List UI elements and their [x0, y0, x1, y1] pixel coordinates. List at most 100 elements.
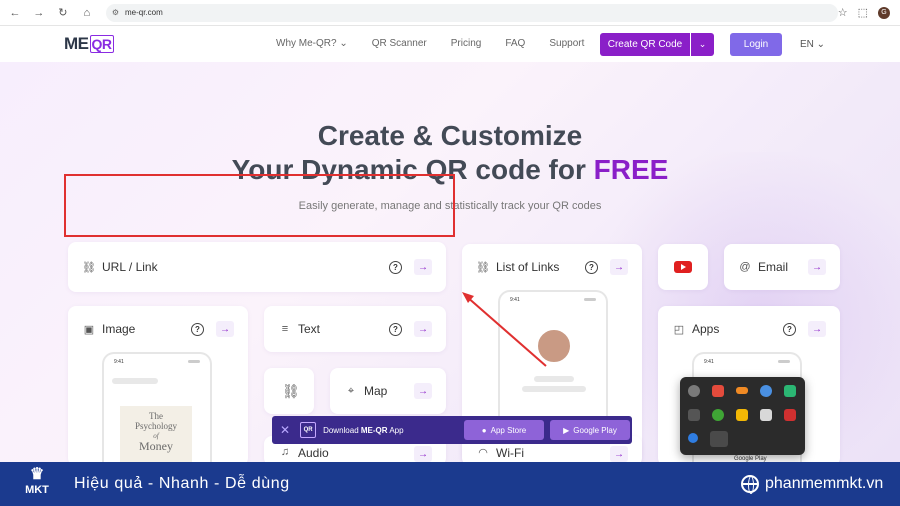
- site-settings-icon[interactable]: ⚙: [112, 8, 119, 17]
- url-text: me-qr.com: [124, 8, 163, 17]
- footer-website[interactable]: phanmemmkt.vn: [765, 475, 883, 493]
- create-dropdown-chevron-icon[interactable]: ⌄: [691, 33, 714, 56]
- app-store-label: App Store: [490, 425, 527, 435]
- help-icon[interactable]: ?: [585, 260, 598, 274]
- logo-text: ME: [64, 34, 89, 53]
- card-youtube[interactable]: [658, 244, 708, 290]
- footer-banner: ♛ MKT Hiệu quả - Nhanh - Dễ dùng phanmem…: [0, 462, 900, 506]
- map-pin-icon: ⌖: [347, 384, 355, 397]
- nav-faq[interactable]: FAQ: [505, 38, 525, 49]
- play-icon: ▶: [563, 425, 570, 435]
- arrow-right-icon[interactable]: →: [610, 259, 628, 275]
- browser-toolbar: ← → ↻ ⌂ ⚙ me-qr.com ☆ ⬚ G: [0, 0, 900, 26]
- monitor-icon[interactable]: [760, 409, 772, 421]
- help-icon[interactable]: ?: [191, 322, 204, 336]
- language-selector[interactable]: EN ⌄: [800, 39, 825, 50]
- onedrive-icon[interactable]: [688, 409, 700, 421]
- app-store-button[interactable]: ● App Store: [464, 420, 544, 440]
- card-email[interactable]: @ Email →: [724, 244, 840, 290]
- text-lines-icon: ≡: [281, 323, 289, 335]
- arrow-right-icon[interactable]: →: [414, 259, 432, 275]
- home-icon[interactable]: ⌂: [78, 4, 96, 22]
- reload-icon[interactable]: ↻: [54, 4, 72, 22]
- cloud-icon[interactable]: [736, 387, 748, 394]
- mail-icon[interactable]: [712, 385, 724, 397]
- acrobat-icon[interactable]: [784, 409, 796, 421]
- feather-icon[interactable]: [710, 431, 728, 447]
- me-qr-app-icon: QR: [300, 422, 317, 438]
- phone-status-icons: [188, 360, 200, 363]
- card-url-link-label: URL / Link: [102, 260, 158, 274]
- download-text-suffix: App: [387, 425, 404, 435]
- vlc-icon[interactable]: [736, 409, 748, 421]
- main-navigation: Why Me-QR? ⌄ QR Scanner Pricing FAQ Supp…: [276, 38, 584, 49]
- phone-status-icons: [584, 298, 596, 301]
- arrow-right-icon[interactable]: →: [808, 259, 826, 275]
- arrow-right-icon[interactable]: →: [610, 446, 628, 462]
- apple-icon: ●: [481, 425, 487, 435]
- mkt-brand-text: MKT: [25, 484, 49, 496]
- card-text-label: Text: [298, 322, 321, 336]
- crown-icon: ♛: [29, 466, 45, 483]
- card-map[interactable]: ⌖ Map →: [330, 368, 446, 414]
- address-bar[interactable]: ⚙ me-qr.com: [105, 3, 838, 22]
- help-icon[interactable]: ?: [389, 322, 402, 336]
- drive-icon[interactable]: [784, 385, 796, 397]
- youtube-icon: [674, 261, 692, 273]
- card-url-link[interactable]: ⛓ URL / Link ? →: [68, 242, 446, 292]
- arrow-right-icon[interactable]: →: [414, 446, 432, 462]
- whatsapp-icon[interactable]: [712, 409, 724, 421]
- annotation-highlight-box: [64, 174, 455, 237]
- bookmark-star-icon[interactable]: ☆: [838, 6, 848, 19]
- profile-avatar[interactable]: G: [878, 6, 891, 19]
- placeholder-line: [112, 378, 158, 384]
- globe-icon: [741, 475, 759, 494]
- card-apps-label: Apps: [692, 322, 720, 336]
- download-text-brand: ME-QR: [360, 425, 388, 435]
- nav-support[interactable]: Support: [549, 38, 584, 49]
- arrow-right-icon[interactable]: →: [216, 321, 234, 337]
- card-link-icon[interactable]: ⛓: [264, 368, 314, 414]
- profile-photo: [536, 328, 572, 364]
- hero-title-highlight: FREE: [593, 154, 669, 185]
- help-icon[interactable]: ?: [389, 260, 402, 274]
- bluetooth-icon[interactable]: [688, 433, 698, 443]
- arrow-right-icon[interactable]: →: [414, 383, 432, 399]
- close-icon[interactable]: ✕: [280, 423, 290, 437]
- back-arrow-icon[interactable]: ←: [6, 4, 24, 22]
- forward-arrow-icon[interactable]: →: [30, 4, 48, 22]
- google-play-button[interactable]: ▶ Google Play: [550, 420, 630, 440]
- apps-icon: ◰: [673, 323, 685, 336]
- download-app-banner: ✕ QR Download ME-QR App ● App Store ▶ Go…: [272, 416, 632, 444]
- link-icon: ⛓: [476, 261, 490, 274]
- book-title-line: Money: [139, 439, 173, 453]
- sync-icon[interactable]: [760, 385, 772, 397]
- link-icon: ⛓: [282, 383, 300, 399]
- card-email-label: Email: [758, 260, 789, 274]
- help-icon[interactable]: ?: [783, 322, 796, 336]
- skype-icon[interactable]: [688, 385, 700, 397]
- arrow-right-icon[interactable]: →: [414, 321, 432, 337]
- image-icon: ▣: [83, 323, 95, 336]
- nav-qr-scanner[interactable]: QR Scanner: [372, 38, 427, 49]
- music-note-icon: ♫: [280, 446, 290, 458]
- mkt-logo: ♛ MKT: [14, 466, 60, 502]
- placeholder-line: [534, 376, 574, 382]
- card-map-label: Map: [364, 384, 388, 398]
- card-image[interactable]: ▣ Image ? → 9:41 The Psychology of Money: [68, 306, 248, 462]
- card-text[interactable]: ≡ Text ? →: [264, 306, 446, 352]
- google-play-label: Google Play: [573, 425, 617, 435]
- site-header: ME QR Why Me-QR? ⌄ QR Scanner Pricing FAQ…: [0, 26, 900, 62]
- phone-status-icons: [778, 360, 790, 363]
- book-cover: The Psychology of Money: [120, 406, 192, 462]
- create-qr-code-button[interactable]: Create QR Code: [600, 33, 690, 56]
- download-text-prefix: Download: [323, 425, 361, 435]
- nav-why-me-qr[interactable]: Why Me-QR? ⌄: [276, 38, 348, 49]
- extensions-icon[interactable]: ⬚: [858, 6, 868, 19]
- me-qr-logo[interactable]: ME QR: [64, 34, 114, 54]
- nav-pricing[interactable]: Pricing: [451, 38, 482, 49]
- login-button[interactable]: Login: [730, 33, 782, 56]
- placeholder-line: [522, 386, 586, 392]
- arrow-right-icon[interactable]: →: [808, 321, 826, 337]
- card-image-label: Image: [102, 322, 136, 336]
